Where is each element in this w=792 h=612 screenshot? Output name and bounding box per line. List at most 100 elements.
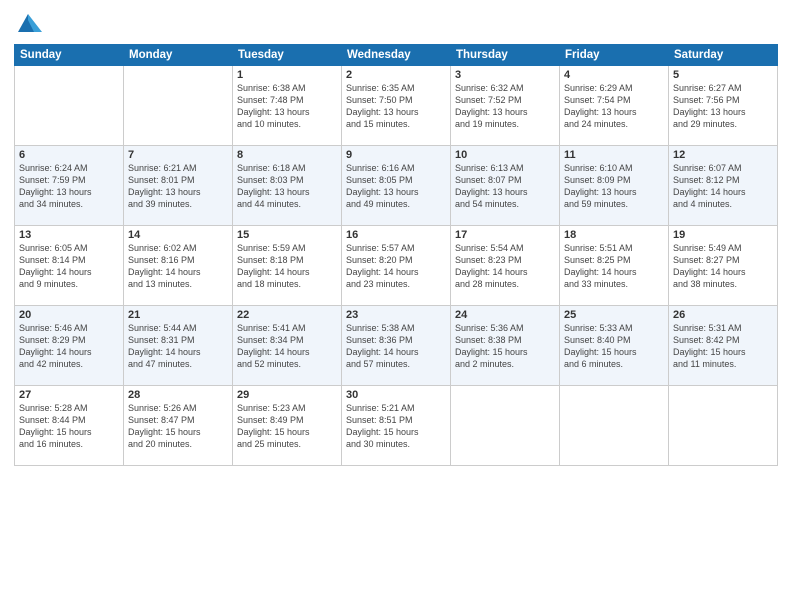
day-info: Sunrise: 5:59 AM Sunset: 8:18 PM Dayligh… (237, 242, 337, 291)
day-cell: 10Sunrise: 6:13 AM Sunset: 8:07 PM Dayli… (451, 146, 560, 226)
day-info: Sunrise: 5:21 AM Sunset: 8:51 PM Dayligh… (346, 402, 446, 451)
col-header-thursday: Thursday (451, 45, 560, 66)
day-cell (560, 386, 669, 466)
day-cell: 12Sunrise: 6:07 AM Sunset: 8:12 PM Dayli… (669, 146, 778, 226)
day-number: 5 (673, 69, 773, 81)
header (14, 10, 778, 38)
col-header-saturday: Saturday (669, 45, 778, 66)
day-info: Sunrise: 6:38 AM Sunset: 7:48 PM Dayligh… (237, 82, 337, 131)
day-info: Sunrise: 5:51 AM Sunset: 8:25 PM Dayligh… (564, 242, 664, 291)
day-info: Sunrise: 5:36 AM Sunset: 8:38 PM Dayligh… (455, 322, 555, 371)
day-number: 23 (346, 309, 446, 321)
day-info: Sunrise: 5:54 AM Sunset: 8:23 PM Dayligh… (455, 242, 555, 291)
day-info: Sunrise: 6:13 AM Sunset: 8:07 PM Dayligh… (455, 162, 555, 211)
day-info: Sunrise: 6:16 AM Sunset: 8:05 PM Dayligh… (346, 162, 446, 211)
day-number: 14 (128, 229, 228, 241)
day-number: 29 (237, 389, 337, 401)
day-number: 22 (237, 309, 337, 321)
day-number: 18 (564, 229, 664, 241)
day-info: Sunrise: 5:31 AM Sunset: 8:42 PM Dayligh… (673, 322, 773, 371)
day-cell: 26Sunrise: 5:31 AM Sunset: 8:42 PM Dayli… (669, 306, 778, 386)
day-info: Sunrise: 5:28 AM Sunset: 8:44 PM Dayligh… (19, 402, 119, 451)
day-cell: 29Sunrise: 5:23 AM Sunset: 8:49 PM Dayli… (233, 386, 342, 466)
day-number: 4 (564, 69, 664, 81)
week-row-2: 6Sunrise: 6:24 AM Sunset: 7:59 PM Daylig… (15, 146, 778, 226)
day-number: 16 (346, 229, 446, 241)
day-cell: 21Sunrise: 5:44 AM Sunset: 8:31 PM Dayli… (124, 306, 233, 386)
day-cell: 7Sunrise: 6:21 AM Sunset: 8:01 PM Daylig… (124, 146, 233, 226)
week-row-3: 13Sunrise: 6:05 AM Sunset: 8:14 PM Dayli… (15, 226, 778, 306)
day-number: 12 (673, 149, 773, 161)
day-number: 27 (19, 389, 119, 401)
day-info: Sunrise: 5:41 AM Sunset: 8:34 PM Dayligh… (237, 322, 337, 371)
day-number: 26 (673, 309, 773, 321)
day-info: Sunrise: 6:32 AM Sunset: 7:52 PM Dayligh… (455, 82, 555, 131)
day-info: Sunrise: 5:46 AM Sunset: 8:29 PM Dayligh… (19, 322, 119, 371)
header-row: SundayMondayTuesdayWednesdayThursdayFrid… (15, 45, 778, 66)
day-info: Sunrise: 5:49 AM Sunset: 8:27 PM Dayligh… (673, 242, 773, 291)
day-number: 6 (19, 149, 119, 161)
day-cell: 5Sunrise: 6:27 AM Sunset: 7:56 PM Daylig… (669, 66, 778, 146)
day-cell: 30Sunrise: 5:21 AM Sunset: 8:51 PM Dayli… (342, 386, 451, 466)
day-info: Sunrise: 6:10 AM Sunset: 8:09 PM Dayligh… (564, 162, 664, 211)
day-number: 21 (128, 309, 228, 321)
day-number: 8 (237, 149, 337, 161)
day-cell: 15Sunrise: 5:59 AM Sunset: 8:18 PM Dayli… (233, 226, 342, 306)
day-number: 19 (673, 229, 773, 241)
day-number: 28 (128, 389, 228, 401)
day-number: 3 (455, 69, 555, 81)
day-number: 24 (455, 309, 555, 321)
col-header-tuesday: Tuesday (233, 45, 342, 66)
day-cell (124, 66, 233, 146)
day-info: Sunrise: 6:07 AM Sunset: 8:12 PM Dayligh… (673, 162, 773, 211)
day-number: 7 (128, 149, 228, 161)
day-cell: 28Sunrise: 5:26 AM Sunset: 8:47 PM Dayli… (124, 386, 233, 466)
col-header-monday: Monday (124, 45, 233, 66)
day-number: 1 (237, 69, 337, 81)
day-cell: 6Sunrise: 6:24 AM Sunset: 7:59 PM Daylig… (15, 146, 124, 226)
day-number: 30 (346, 389, 446, 401)
day-info: Sunrise: 5:23 AM Sunset: 8:49 PM Dayligh… (237, 402, 337, 451)
day-number: 10 (455, 149, 555, 161)
day-cell: 20Sunrise: 5:46 AM Sunset: 8:29 PM Dayli… (15, 306, 124, 386)
week-row-1: 1Sunrise: 6:38 AM Sunset: 7:48 PM Daylig… (15, 66, 778, 146)
day-info: Sunrise: 5:57 AM Sunset: 8:20 PM Dayligh… (346, 242, 446, 291)
day-info: Sunrise: 6:05 AM Sunset: 8:14 PM Dayligh… (19, 242, 119, 291)
day-info: Sunrise: 5:26 AM Sunset: 8:47 PM Dayligh… (128, 402, 228, 451)
logo (14, 10, 46, 38)
day-info: Sunrise: 6:18 AM Sunset: 8:03 PM Dayligh… (237, 162, 337, 211)
col-header-sunday: Sunday (15, 45, 124, 66)
day-number: 9 (346, 149, 446, 161)
day-info: Sunrise: 6:24 AM Sunset: 7:59 PM Dayligh… (19, 162, 119, 211)
col-header-wednesday: Wednesday (342, 45, 451, 66)
day-number: 15 (237, 229, 337, 241)
day-info: Sunrise: 6:27 AM Sunset: 7:56 PM Dayligh… (673, 82, 773, 131)
day-cell: 9Sunrise: 6:16 AM Sunset: 8:05 PM Daylig… (342, 146, 451, 226)
day-cell: 17Sunrise: 5:54 AM Sunset: 8:23 PM Dayli… (451, 226, 560, 306)
day-cell: 11Sunrise: 6:10 AM Sunset: 8:09 PM Dayli… (560, 146, 669, 226)
day-info: Sunrise: 5:44 AM Sunset: 8:31 PM Dayligh… (128, 322, 228, 371)
day-cell: 16Sunrise: 5:57 AM Sunset: 8:20 PM Dayli… (342, 226, 451, 306)
day-number: 25 (564, 309, 664, 321)
logo-icon (14, 10, 42, 38)
day-cell (451, 386, 560, 466)
day-cell: 8Sunrise: 6:18 AM Sunset: 8:03 PM Daylig… (233, 146, 342, 226)
day-info: Sunrise: 5:33 AM Sunset: 8:40 PM Dayligh… (564, 322, 664, 371)
day-number: 17 (455, 229, 555, 241)
day-number: 2 (346, 69, 446, 81)
col-header-friday: Friday (560, 45, 669, 66)
day-cell: 1Sunrise: 6:38 AM Sunset: 7:48 PM Daylig… (233, 66, 342, 146)
day-info: Sunrise: 5:38 AM Sunset: 8:36 PM Dayligh… (346, 322, 446, 371)
day-cell (669, 386, 778, 466)
day-cell: 23Sunrise: 5:38 AM Sunset: 8:36 PM Dayli… (342, 306, 451, 386)
day-cell: 3Sunrise: 6:32 AM Sunset: 7:52 PM Daylig… (451, 66, 560, 146)
calendar-table: SundayMondayTuesdayWednesdayThursdayFrid… (14, 44, 778, 466)
day-cell: 22Sunrise: 5:41 AM Sunset: 8:34 PM Dayli… (233, 306, 342, 386)
day-cell: 24Sunrise: 5:36 AM Sunset: 8:38 PM Dayli… (451, 306, 560, 386)
day-info: Sunrise: 6:35 AM Sunset: 7:50 PM Dayligh… (346, 82, 446, 131)
day-info: Sunrise: 6:29 AM Sunset: 7:54 PM Dayligh… (564, 82, 664, 131)
day-info: Sunrise: 6:21 AM Sunset: 8:01 PM Dayligh… (128, 162, 228, 211)
day-info: Sunrise: 6:02 AM Sunset: 8:16 PM Dayligh… (128, 242, 228, 291)
day-number: 20 (19, 309, 119, 321)
day-cell: 14Sunrise: 6:02 AM Sunset: 8:16 PM Dayli… (124, 226, 233, 306)
